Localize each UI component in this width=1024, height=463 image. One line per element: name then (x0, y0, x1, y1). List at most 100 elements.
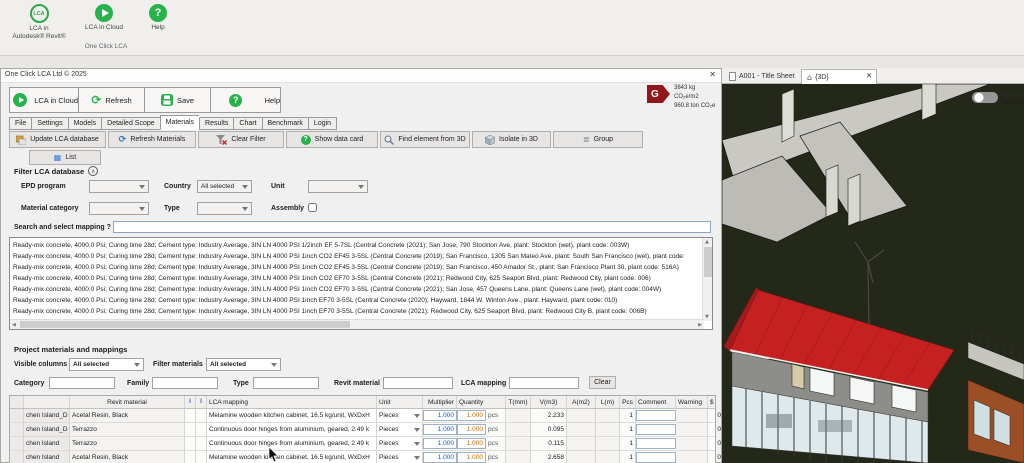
scroll-right-icon[interactable]: ▶ (698, 322, 702, 328)
scroll-up-icon[interactable]: ▲ (705, 239, 709, 245)
col-l[interactable]: L(m) (596, 396, 620, 408)
tab-results[interactable]: Results (199, 117, 234, 130)
col-lca-mapping[interactable]: LCA mapping (207, 396, 377, 408)
col-quantity[interactable]: Quantity (457, 396, 506, 408)
search-mapping-input[interactable] (113, 221, 711, 233)
comment-input[interactable] (636, 424, 676, 435)
category-filter-input[interactable] (49, 377, 115, 389)
row-selector[interactable] (10, 437, 24, 450)
col-t[interactable]: T(mm) (506, 396, 531, 408)
view-tab-title-sheet[interactable]: A001 - Title Sheet (724, 69, 800, 84)
tab-materials[interactable]: Materials (159, 115, 200, 130)
table-row[interactable]: chen Island_D Acetal Resin, Black Melami… (10, 409, 724, 423)
list-item[interactable]: Ready-mix concrete, 4000.0 Psi; Curing t… (13, 306, 701, 317)
tab-file[interactable]: File (9, 117, 32, 130)
show-data-card-button[interactable]: ? Show data card (286, 131, 378, 148)
filter-materials-select[interactable]: All selected (206, 358, 281, 371)
list-item[interactable]: Ready-mix concrete, 4000.0 Psi; Curing t… (13, 262, 701, 273)
unit-dropdown[interactable]: Pieces (377, 437, 423, 450)
col-revit-material[interactable]: Revit material (70, 396, 185, 408)
lca-in-cloud-button[interactable]: LCA in Cloud (10, 88, 79, 112)
list-item[interactable]: Ready-mix concrete, 4000.0 Psi; Curing t… (13, 240, 701, 251)
3d-view[interactable]: Accelera Tech Pre (722, 84, 1024, 463)
revit-material-filter-input[interactable] (383, 377, 453, 389)
unit-dropdown[interactable]: Pieces (377, 451, 423, 463)
collapse-icon[interactable]: ∧ (88, 166, 99, 176)
save-icon (160, 94, 173, 106)
refresh-materials-button[interactable]: ⟳ Refresh Materials (108, 131, 196, 148)
ribbon-button-help[interactable]: ? Help (138, 4, 178, 32)
clear-button[interactable]: Clear (589, 376, 616, 389)
refresh-button[interactable]: ⟳ Refresh (79, 88, 145, 112)
multiplier-input[interactable]: 1.000 (423, 410, 457, 421)
multiplier-input[interactable]: 1.000 (423, 452, 457, 463)
col-a[interactable]: A(m2) (567, 396, 596, 408)
family-filter-input[interactable] (152, 377, 218, 389)
tab-models[interactable]: Models (67, 117, 102, 130)
close-icon[interactable]: ✕ (709, 70, 716, 79)
tab-login[interactable]: Login (307, 117, 338, 130)
col-multiplier[interactable]: Multiplier (423, 396, 457, 408)
save-button[interactable]: Save (145, 88, 211, 112)
table-row[interactable]: chen Island_D Terrazzo Continuous door h… (10, 423, 724, 437)
visible-columns-select[interactable]: All selected (69, 358, 144, 371)
group-button[interactable]: ≣ Group (553, 131, 643, 148)
row-selector[interactable] (10, 423, 24, 436)
tab-chart[interactable]: Chart (233, 117, 262, 130)
tab-benchmark[interactable]: Benchmark (261, 117, 308, 130)
quantity-input[interactable]: 1.000 (457, 452, 486, 463)
ribbon-button-lca-in-revit[interactable]: LCA LCA in Autodesk® Revit® (8, 4, 70, 41)
scroll-down-icon[interactable]: ▼ (705, 314, 709, 320)
col-comment[interactable]: Comment (636, 396, 676, 408)
country-select[interactable]: All selected (197, 180, 252, 193)
unit-dropdown[interactable]: Pieces (377, 409, 423, 422)
epd-program-select[interactable] (89, 180, 149, 193)
list-item[interactable]: Ready-mix concrete, 4000.0 Psi; Curing t… (13, 295, 701, 306)
unit-dropdown[interactable]: Pieces (377, 423, 423, 436)
col-unit[interactable]: Unit (377, 396, 423, 408)
col-warning[interactable]: Warning (676, 396, 708, 408)
quantity-input[interactable]: 1.000 (457, 410, 486, 421)
project-section-title: Project materials and mappings (14, 345, 128, 354)
row-selector[interactable] (10, 409, 24, 422)
row-selector[interactable] (10, 451, 24, 463)
table-row[interactable]: chen Island Acetal Resin, Black Melamine… (10, 451, 724, 463)
multiplier-input[interactable]: 1.000 (423, 438, 457, 449)
col-v[interactable]: V(m3) (531, 396, 567, 408)
lca-mapping-filter-input[interactable] (509, 377, 579, 389)
horizontal-scrollbar[interactable]: ◀ ▶ (10, 319, 704, 329)
find-element-from-3d-button[interactable]: Find element from 3D (380, 131, 470, 148)
help-button[interactable]: ? Help (211, 88, 280, 112)
assembly-checkbox[interactable] (308, 203, 317, 212)
comment-input[interactable] (636, 410, 676, 421)
list-view-button[interactable]: ▦ List (29, 150, 101, 165)
isolate-in-3d-button[interactable]: Isolate in 3D (472, 131, 551, 148)
list-item[interactable]: Ready-mix concrete, 4000.0 Psi; Curing t… (13, 284, 701, 295)
ribbon-button-lca-in-cloud[interactable]: LCA in Cloud (72, 4, 136, 32)
col-pcs[interactable]: Pcs (620, 396, 636, 408)
type-filter-input[interactable] (253, 377, 319, 389)
quantity-input[interactable]: 1.000 (457, 438, 486, 449)
type-select[interactable] (197, 202, 252, 215)
vertical-scrollbar[interactable]: ▲ ▼ (702, 238, 712, 321)
sheet-icon (729, 72, 736, 81)
quantity-input[interactable]: 1.000 (457, 424, 486, 435)
update-lca-database-button[interactable]: Update LCA database (9, 131, 106, 148)
clear-filter-button[interactable]: Clear Filter (198, 131, 284, 148)
ribbon-label: LCA in (29, 25, 49, 32)
multiplier-input[interactable]: 1.000 (423, 424, 457, 435)
material-category-select[interactable] (89, 202, 149, 215)
toggle-knob[interactable] (974, 92, 984, 103)
comment-input[interactable] (636, 438, 676, 449)
list-item[interactable]: Ready-mix concrete, 4000.0 Psi; Curing t… (13, 251, 701, 262)
comment-input[interactable] (636, 452, 676, 463)
tab-settings[interactable]: Settings (31, 117, 68, 130)
tab-detailed-scope[interactable]: Detailed Scope (101, 117, 160, 130)
table-row[interactable]: chen Island Terrazzo Continuous door hin… (10, 437, 724, 451)
list-item[interactable]: Ready-mix concrete, 4000.0 Psi; Curing t… (13, 273, 701, 284)
unit-select[interactable] (308, 180, 368, 193)
scroll-left-icon[interactable]: ◀ (12, 322, 16, 328)
mapping-list[interactable]: Ready-mix concrete, 4000.0 Psi; Curing t… (9, 237, 713, 330)
dialog-tabstrip: File Settings Models Detailed Scope Mate… (9, 115, 338, 130)
close-view-icon[interactable]: ✕ (866, 71, 872, 80)
